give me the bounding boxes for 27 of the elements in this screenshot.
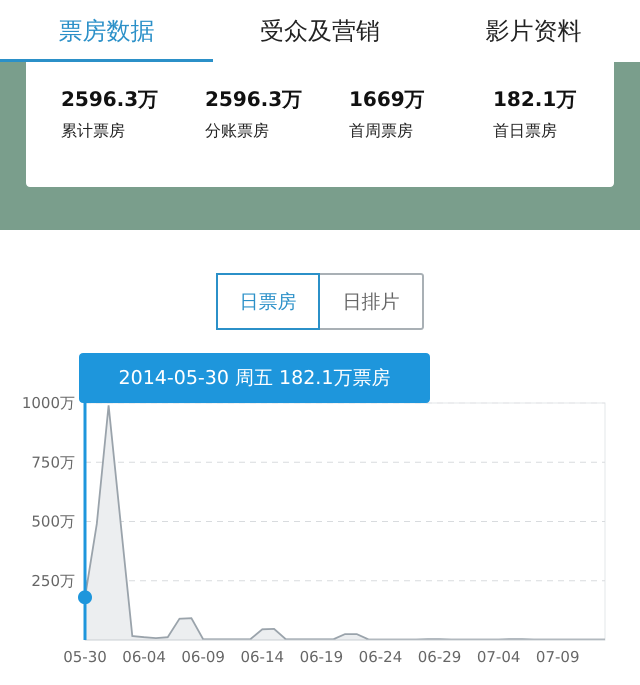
- stat-label: 首周票房: [349, 121, 413, 142]
- y-axis-label: 750万: [31, 453, 75, 472]
- x-axis-label: 06-14: [240, 648, 284, 666]
- toggle-button[interactable]: 日票房: [216, 273, 320, 330]
- tab[interactable]: 影片资料: [426, 0, 640, 62]
- stat-value: 182.1万: [493, 86, 576, 113]
- x-axis-label: 06-29: [418, 648, 462, 666]
- x-axis-label: 06-04: [122, 648, 166, 666]
- stat-label: 首日票房: [493, 121, 557, 142]
- stat-value: 2596.3万: [61, 86, 158, 113]
- y-axis-label: 1000万: [22, 394, 75, 412]
- stat-value: 1669万: [349, 86, 425, 113]
- y-axis-label: 250万: [31, 572, 75, 590]
- x-axis-label: 07-04: [476, 648, 520, 666]
- stat-value: 2596.3万: [205, 86, 302, 113]
- x-axis-label: 07-09: [536, 648, 580, 666]
- y-axis-label: 500万: [31, 512, 75, 530]
- x-axis-label: 06-09: [181, 648, 225, 666]
- data-point[interactable]: [78, 590, 92, 604]
- toggle-button[interactable]: 日排片: [320, 273, 424, 330]
- chart-tooltip: 2014-05-30 周五 182.1万票房: [79, 353, 430, 403]
- tab[interactable]: 受众及营销: [213, 0, 427, 62]
- x-axis-label: 06-24: [358, 648, 402, 666]
- x-axis-label: 05-30: [63, 648, 107, 666]
- stat-label: 分账票房: [205, 121, 269, 142]
- stat-label: 累计票房: [61, 121, 125, 142]
- x-axis-label: 06-19: [300, 648, 344, 666]
